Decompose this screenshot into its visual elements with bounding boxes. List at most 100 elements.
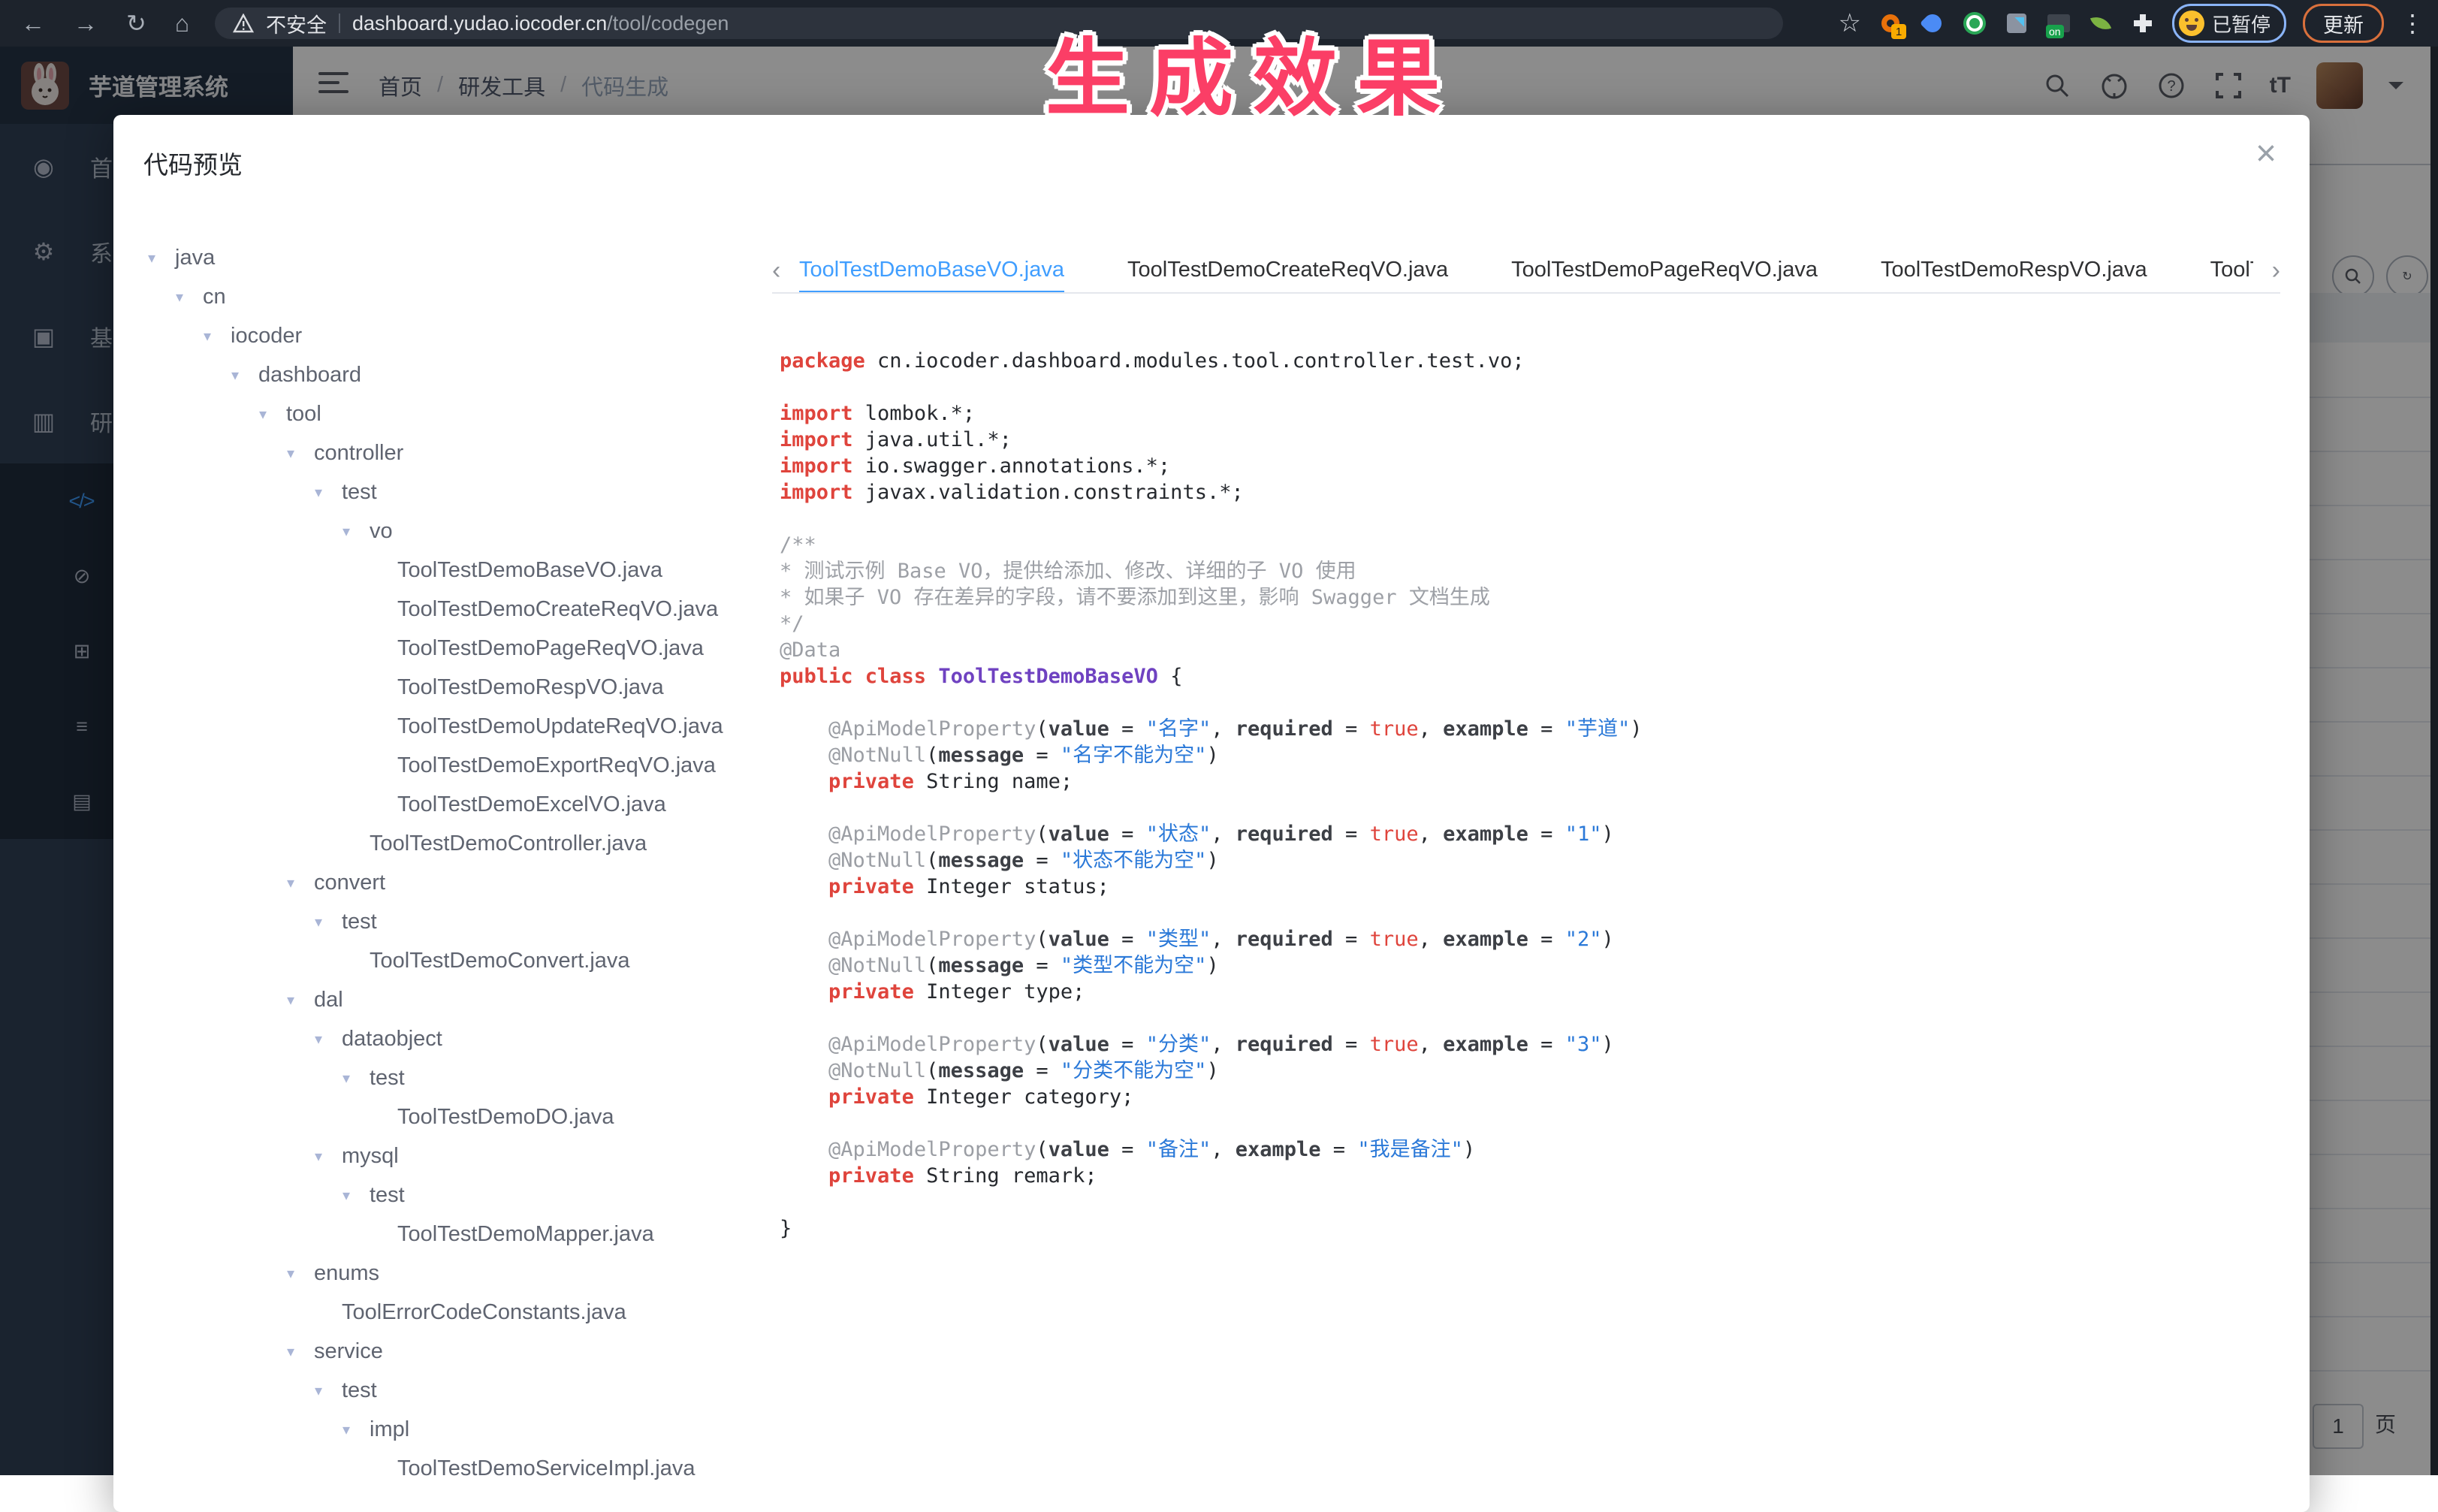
tree-file[interactable]: ToolTestDemoExcelVO.java <box>143 785 774 824</box>
tree-item-label: dataobject <box>342 1027 442 1052</box>
code-line <box>780 1189 2287 1215</box>
tree-file[interactable]: ToolTestDemoRespVO.java <box>143 668 774 707</box>
code-line: import java.util.*; <box>780 427 2287 453</box>
back-icon[interactable]: ← <box>21 11 45 35</box>
tree-folder[interactable]: ▾impl <box>143 1410 774 1449</box>
tree-folder[interactable]: ▾controller <box>143 433 774 472</box>
tree-item-label: java <box>175 246 215 270</box>
file-tab[interactable]: ToolTestDemoPageReqVO.java <box>1511 249 1818 292</box>
caret-down-icon[interactable]: ▾ <box>315 1381 342 1400</box>
caret-down-icon[interactable]: ▾ <box>204 327 231 346</box>
caret-down-icon[interactable]: ▾ <box>342 1186 370 1205</box>
caret-down-icon[interactable]: ▾ <box>315 1030 342 1049</box>
home-icon[interactable]: ⌂ <box>175 11 189 35</box>
extension-orange-icon[interactable]: 1 <box>1878 11 1903 36</box>
tree-folder[interactable]: ▾test <box>143 902 774 941</box>
tree-file[interactable]: ToolTestDemoBaseVO.java <box>143 551 774 590</box>
caret-down-icon[interactable]: ▾ <box>148 249 175 267</box>
modal-title: 代码预览 <box>143 145 243 181</box>
tree-folder[interactable]: ▾test <box>143 1175 774 1215</box>
caret-down-icon[interactable]: ▾ <box>176 288 203 306</box>
file-tabs: ToolTestDemoBaseVO.java ToolTestDemoCreat… <box>799 249 2253 292</box>
reload-icon[interactable]: ↻ <box>126 11 146 35</box>
tree-folder[interactable]: ▾vo <box>143 512 774 551</box>
browser-actions: ☆ 1 on 已暂停 更新 ⋮ <box>1839 0 2425 47</box>
extension-green-circle-icon[interactable] <box>1962 11 1987 36</box>
tree-item-label: ToolTestDemoExcelVO.java <box>397 792 666 817</box>
update-label: 更新 <box>2323 9 2364 38</box>
scrollbar[interactable] <box>2430 47 2438 1475</box>
extension-leaf-icon[interactable] <box>2088 11 2114 36</box>
browser-menu-icon[interactable]: ⋮ <box>2400 9 2424 38</box>
caret-down-icon[interactable]: ▾ <box>342 1069 370 1088</box>
tree-file[interactable]: ToolTestDemoConvert.java <box>143 941 774 980</box>
tree-folder[interactable]: ▾test <box>143 1371 774 1410</box>
address-bar[interactable]: 不安全 dashboard.yudao.iocoder.cn/tool/code… <box>215 8 1783 39</box>
tree-item-label: impl <box>370 1417 409 1442</box>
caret-down-icon[interactable]: ▾ <box>231 366 258 385</box>
tree-folder[interactable]: ▾mysql <box>143 1136 774 1175</box>
file-tab[interactable]: ToolTestDemoRespVO.java <box>1881 249 2147 292</box>
tree-file[interactable]: ToolTestDemoDO.java <box>143 1097 774 1136</box>
tree-folder[interactable]: ▾service <box>143 1332 774 1371</box>
tree-file[interactable]: ToolErrorCodeConstants.java <box>143 1293 774 1332</box>
caret-down-icon[interactable]: ▾ <box>287 1342 314 1361</box>
tree-file[interactable]: ToolTestDemoServiceImpl.java <box>143 1449 774 1488</box>
caret-down-icon[interactable]: ▾ <box>259 405 286 424</box>
tree-folder[interactable]: ▾cn <box>143 277 774 316</box>
tree-folder[interactable]: ▾enums <box>143 1254 774 1293</box>
tree-folder[interactable]: ▾dashboard <box>143 355 774 394</box>
extension-on-icon[interactable]: on <box>2046 11 2071 36</box>
browser-profile-button[interactable]: 已暂停 <box>2172 4 2286 43</box>
tree-folder[interactable]: ▾convert <box>143 863 774 902</box>
caret-down-icon[interactable]: ▾ <box>315 483 342 502</box>
caret-down-icon[interactable]: ▾ <box>287 444 314 463</box>
tree-file[interactable]: ToolTestDemoMapper.java <box>143 1215 774 1254</box>
tree-folder[interactable]: ▾dal <box>143 980 774 1019</box>
file-tab[interactable]: ToolTestDemoCreateReqVO.java <box>1127 249 1448 292</box>
caret-down-icon[interactable]: ▾ <box>287 991 314 1010</box>
tree-folder[interactable]: ▾java <box>143 238 774 277</box>
file-tab[interactable]: ToolTe <box>2210 249 2253 292</box>
tree-file[interactable]: ToolTestDemoPageReqVO.java <box>143 629 774 668</box>
tree-item-label: test <box>342 480 377 505</box>
browser-update-button[interactable]: 更新 <box>2303 4 2384 43</box>
tree-item-label: ToolTestDemoCreateReqVO.java <box>397 597 718 622</box>
tree-folder[interactable]: ▾iocoder <box>143 316 774 355</box>
tree-file[interactable]: ToolTestDemoCreateReqVO.java <box>143 590 774 629</box>
tabs-next-icon[interactable]: › <box>2253 249 2280 292</box>
tree-file[interactable]: ToolTestDemoController.java <box>143 824 774 863</box>
bookmark-star-icon[interactable]: ☆ <box>1839 8 1861 38</box>
code-line: @ApiModelProperty(value = "分类", required… <box>780 1031 2287 1058</box>
tree-folder[interactable]: ▾test <box>143 472 774 512</box>
caret-down-icon[interactable]: ▾ <box>342 1420 370 1439</box>
forward-icon[interactable]: → <box>74 11 98 35</box>
tabs-prev-icon[interactable]: ‹ <box>772 249 799 292</box>
extension-drop-icon[interactable] <box>1920 11 1945 36</box>
code-view[interactable]: package cn.iocoder.dashboard.modules.too… <box>780 348 2287 1512</box>
extension-puzzle-icon[interactable] <box>2130 11 2156 36</box>
caret-down-icon[interactable]: ▾ <box>342 522 370 541</box>
caret-down-icon[interactable]: ▾ <box>287 1264 314 1283</box>
extension-grid-icon[interactable] <box>2004 11 2029 36</box>
tree-folder[interactable]: ▾test <box>143 1058 774 1097</box>
tree-file[interactable]: ToolTestDemoExportReqVO.java <box>143 746 774 785</box>
tree-item-label: test <box>342 1378 377 1403</box>
tree-item-label: cn <box>203 285 226 309</box>
code-line: @NotNull(message = "类型不能为空") <box>780 952 2287 979</box>
tree-folder[interactable]: ▾tool <box>143 394 774 433</box>
tree-file[interactable]: ToolTestDemoUpdateReqVO.java <box>143 707 774 746</box>
code-line: @ApiModelProperty(value = "备注", example … <box>780 1136 2287 1163</box>
extension-badge: 1 <box>1891 24 1906 39</box>
caret-down-icon[interactable]: ▾ <box>315 1147 342 1166</box>
close-icon[interactable]: × <box>2255 136 2277 172</box>
tree-item-label: ToolTestDemoUpdateReqVO.java <box>397 714 723 739</box>
tree-folder[interactable]: ▾dataobject <box>143 1019 774 1058</box>
code-line: import javax.validation.constraints.*; <box>780 479 2287 506</box>
caret-down-icon[interactable]: ▾ <box>287 874 314 892</box>
file-tab[interactable]: ToolTestDemoBaseVO.java <box>799 249 1064 292</box>
code-line: import lombok.*; <box>780 400 2287 427</box>
tree-item-label: ToolTestDemoMapper.java <box>397 1222 654 1247</box>
caret-down-icon[interactable]: ▾ <box>315 913 342 931</box>
tree-item-label: enums <box>314 1261 379 1286</box>
